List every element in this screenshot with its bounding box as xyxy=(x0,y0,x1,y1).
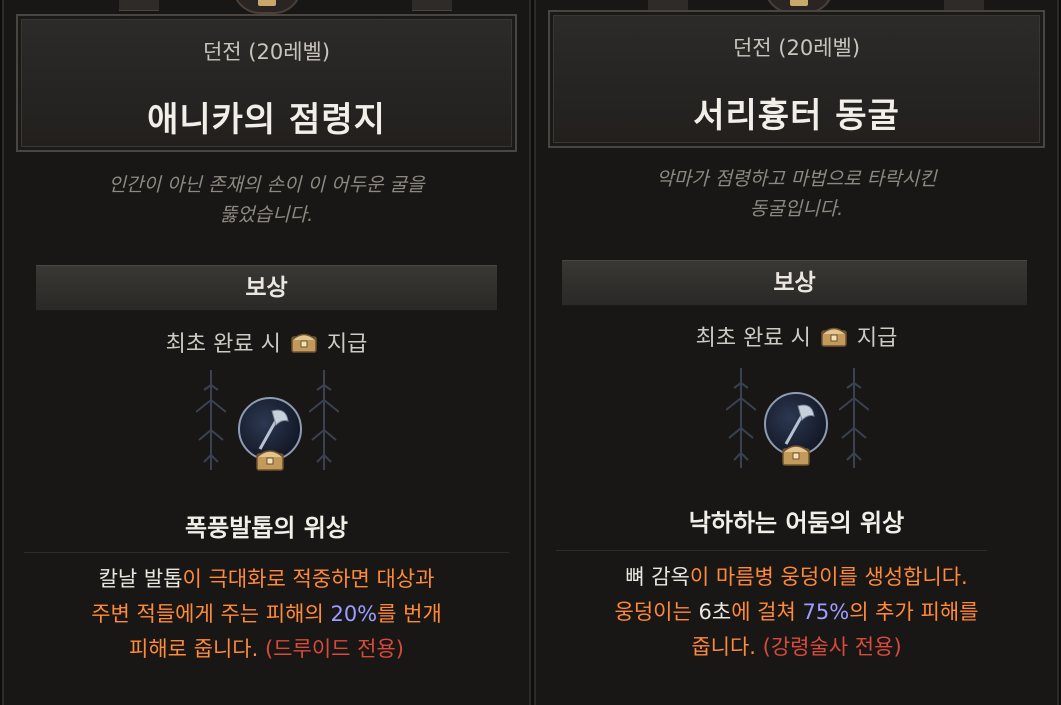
desc-text: 줍니다. xyxy=(691,635,763,659)
desc-text: 에 걸쳐 xyxy=(731,600,803,624)
flavor-line: 악마가 점령하고 마법으로 타락시킨 xyxy=(656,168,937,190)
desc-line: 웅덩이는 6초에 걸쳐 75%의 추가 피해를 xyxy=(536,595,1057,630)
flavor-line: 인간이 아닌 존재의 손이 이 어두운 굴을 xyxy=(108,174,425,196)
desc-line: 피해로 줍니다. (드루이드 전용) xyxy=(4,632,529,667)
desc-value: 75% xyxy=(802,600,850,624)
flavor-line: 동굴입니다. xyxy=(749,198,844,220)
first-clear-label: 최초 완료 시 xyxy=(695,326,811,351)
dungeon-title: 애니카의 점령지 xyxy=(147,100,386,140)
frame-stub xyxy=(119,0,159,11)
aspect-description: 칼날 발톱이 극대화로 적중하면 대상과 주변 적들에게 주는 피해의 20%를… xyxy=(4,562,529,667)
divider xyxy=(24,552,509,553)
first-clear-reward: 최초 완료 시 지급 xyxy=(536,320,1057,352)
thorn-ornament-left xyxy=(196,370,226,470)
desc-line: 줍니다. (강령술사 전용) xyxy=(536,630,1057,665)
flavor-text: 악마가 점령하고 마법으로 타락시킨 동굴입니다. xyxy=(576,164,1017,224)
desc-text: 이 극대화로 적중하면 대상과 xyxy=(182,567,435,591)
reward-header: 보상 xyxy=(562,260,1027,306)
chest-icon xyxy=(291,333,317,353)
aspect-name: 폭풍발톱의 위상 xyxy=(185,514,348,542)
thorn-ornament-right xyxy=(839,368,869,468)
desc-text: 이 마름병 웅덩이를 생성합니다. xyxy=(689,565,968,589)
dungeon-level-label: 던전 (20레벨) xyxy=(732,36,861,60)
reward-header: 보상 xyxy=(36,265,497,311)
desc-text: 웅덩이는 xyxy=(614,600,699,624)
aspect-description: 뼈 감옥이 마름병 웅덩이를 생성합니다. 웅덩이는 6초에 걸쳐 75%의 추… xyxy=(536,560,1057,665)
frame-stub xyxy=(412,0,452,11)
chest-icon xyxy=(256,450,284,471)
thorn-ornament-left xyxy=(726,368,756,468)
first-clear-label: 최초 완료 시 xyxy=(165,332,281,357)
desc-text: 를 번개 xyxy=(377,602,442,626)
thorn-ornament-right xyxy=(309,370,339,470)
dungeon-card-frostscar: 던전 (20레벨) 서리흉터 동굴 악마가 점령하고 마법으로 타락시킨 동굴입… xyxy=(534,0,1059,705)
flavor-line: 뚫었습니다. xyxy=(219,204,314,226)
desc-text: 의 추가 피해를 xyxy=(849,600,979,624)
desc-line: 칼날 발톱이 극대화로 적중하면 대상과 xyxy=(4,562,529,597)
desc-line: 뼈 감옥이 마름병 웅덩이를 생성합니다. xyxy=(536,560,1057,595)
dungeon-level-label: 던전 (20레벨) xyxy=(202,40,331,64)
chest-icon xyxy=(782,445,810,466)
card-header: 던전 (20레벨) 애니카의 점령지 xyxy=(16,14,517,152)
first-clear-suffix: 지급 xyxy=(326,332,368,357)
dungeon-card-anika: 던전 (20레벨) 애니카의 점령지 인간이 아닌 존재의 손이 이 어두운 굴… xyxy=(2,0,531,705)
divider xyxy=(556,550,987,551)
desc-text: 피해로 줍니다. xyxy=(129,637,265,661)
desc-text: 주변 적들에게 주는 피해의 xyxy=(91,602,331,626)
flavor-text: 인간이 아닌 존재의 손이 이 어두운 굴을 뚫었습니다. xyxy=(44,170,489,230)
first-clear-suffix: 지급 xyxy=(856,326,898,351)
skill-name: 칼날 발톱 xyxy=(98,567,183,591)
dungeon-title: 서리흉터 동굴 xyxy=(693,96,900,136)
card-header: 던전 (20레벨) 서리흉터 동굴 xyxy=(548,10,1045,148)
class-restriction: (강령술사 전용) xyxy=(762,635,902,659)
desc-line: 주변 적들에게 주는 피해의 20%를 번개 xyxy=(4,597,529,632)
class-restriction: (드루이드 전용) xyxy=(264,637,404,661)
skill-name: 뼈 감옥 xyxy=(625,565,690,589)
desc-value: 20% xyxy=(330,602,378,626)
desc-duration: 6초 xyxy=(698,600,732,624)
chest-icon xyxy=(821,327,847,347)
first-clear-reward: 최초 완료 시 지급 xyxy=(4,326,529,358)
aspect-name: 낙하하는 어둠의 위상 xyxy=(688,509,905,537)
frame-crest-icon xyxy=(232,0,302,14)
